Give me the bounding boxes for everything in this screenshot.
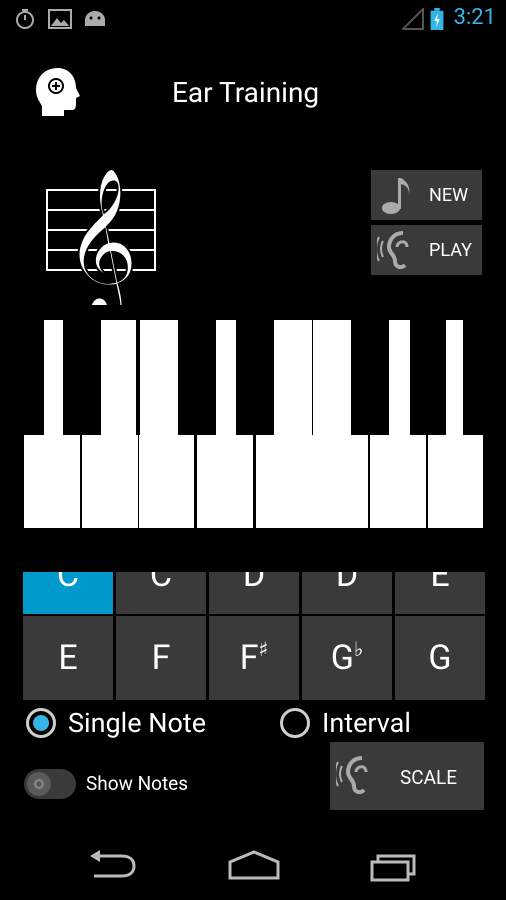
note-cell-f[interactable]: F xyxy=(116,616,206,700)
note-label: G xyxy=(330,638,354,678)
ear-icon xyxy=(336,756,368,795)
android-icon xyxy=(85,11,105,26)
flat-sign: ♭ xyxy=(353,637,364,661)
home-icon[interactable] xyxy=(226,848,282,882)
new-label: NEW xyxy=(429,184,469,206)
treble-clef-staff: 𝄞 xyxy=(46,165,156,305)
radio-label: Interval xyxy=(322,707,411,739)
note-cell-e-top[interactable]: E xyxy=(395,572,485,614)
toggle-knob xyxy=(27,772,51,796)
note-label: C xyxy=(56,572,80,595)
recents-icon[interactable] xyxy=(368,848,422,882)
music-note-icon xyxy=(382,178,410,214)
image-icon xyxy=(48,9,72,29)
new-button[interactable]: NEW xyxy=(371,170,482,220)
note-label: E xyxy=(58,638,78,678)
battery-charging-icon xyxy=(430,8,444,30)
white-keys xyxy=(24,320,483,528)
head-plus-icon[interactable] xyxy=(34,66,82,118)
scale-button[interactable]: SCALE xyxy=(330,742,484,810)
page-title: Ear Training xyxy=(172,76,320,109)
note-answer-grid: C C D D E E F F ♯ G ♭ G xyxy=(23,572,485,700)
note-cell-d[interactable]: D xyxy=(209,572,299,614)
back-icon[interactable] xyxy=(86,848,138,882)
note-cell-d-sharp[interactable]: D xyxy=(302,572,392,614)
piano-key-b xyxy=(370,320,426,528)
show-notes-label: Show Notes xyxy=(86,772,189,795)
scale-label: SCALE xyxy=(400,766,458,789)
sharp-sign: ♯ xyxy=(258,637,269,661)
radio-label: Single Note xyxy=(68,707,207,739)
status-bar: 3:21 xyxy=(0,0,506,38)
note-label: E xyxy=(430,572,450,595)
timer-icon xyxy=(16,9,34,29)
radio-single-note[interactable]: Single Note xyxy=(26,703,206,743)
piano-key-g xyxy=(256,320,312,528)
show-notes-toggle[interactable] xyxy=(24,769,76,799)
note-cell-c-sharp[interactable]: C xyxy=(116,572,206,614)
play-button[interactable]: PLAY xyxy=(371,225,482,275)
note-label: D xyxy=(335,572,359,595)
note-label: G xyxy=(428,638,452,678)
piano-key-e xyxy=(139,320,194,528)
note-cell-f-sharp[interactable]: F ♯ xyxy=(209,616,299,700)
note-cell-e[interactable]: E xyxy=(23,616,113,700)
piano-key-f xyxy=(197,320,253,528)
radio-interval[interactable]: Interval xyxy=(280,703,411,743)
piano-keyboard xyxy=(24,320,483,528)
piano-key-a xyxy=(312,320,368,528)
signal-icon xyxy=(402,8,424,30)
note-cell-g-flat[interactable]: G ♭ xyxy=(302,616,392,700)
note-label: C xyxy=(149,572,173,595)
play-label: PLAY xyxy=(429,239,472,261)
clock: 3:21 xyxy=(453,5,496,30)
note-label: D xyxy=(242,572,266,595)
treble-clef-icon: 𝄞 xyxy=(63,166,139,305)
piano-key-c2 xyxy=(428,320,483,528)
navigation-bar xyxy=(0,830,506,900)
note-cell-g[interactable]: G xyxy=(395,616,485,700)
note-label: F xyxy=(151,638,171,678)
radio-indicator-unchecked xyxy=(280,708,310,738)
radio-indicator-checked xyxy=(26,708,56,738)
piano-key-c xyxy=(24,320,80,528)
ear-icon xyxy=(377,231,409,270)
note-label: F xyxy=(239,638,259,678)
note-cell-c[interactable]: C xyxy=(23,572,113,614)
piano-key-d xyxy=(82,320,138,528)
